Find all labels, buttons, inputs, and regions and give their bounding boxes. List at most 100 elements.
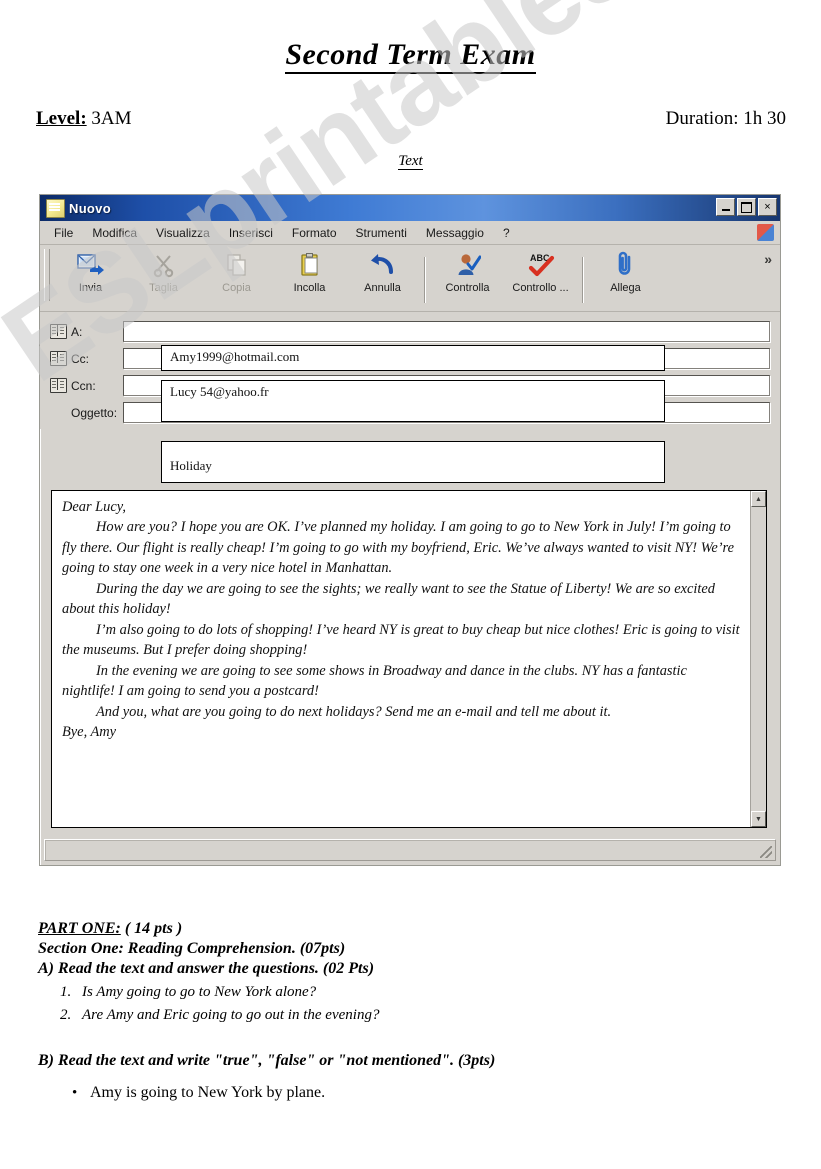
part-one-label: PART ONE: — [38, 920, 121, 937]
menu-item-messaggio[interactable]: Messaggio — [426, 226, 484, 240]
toolbar-button-controlla[interactable]: Controlla — [431, 249, 504, 294]
statusbar — [44, 839, 776, 861]
message-body[interactable]: Dear Lucy, How are you? I hope you are O… — [51, 490, 767, 828]
scissors-icon — [151, 249, 177, 281]
toolbar-button-taglia[interactable]: Taglia — [127, 249, 200, 294]
toolbar-separator — [424, 257, 426, 303]
window-title: Nuovo — [69, 200, 111, 216]
message-body-text[interactable]: Dear Lucy, How are you? I hope you are O… — [52, 491, 750, 827]
menu-item-file[interactable]: File — [54, 226, 73, 240]
toolbar-button-controllo-ortografia[interactable]: ABC Controllo ... — [504, 249, 577, 294]
list-item: 2. Are Amy and Eric going to go out in t… — [60, 1004, 798, 1027]
task-a-item-1-text: Is Amy going to go to New York alone? — [82, 984, 317, 1000]
field-label-ccn: Ccn: — [71, 378, 96, 393]
duration-field: Duration: 1h 30 — [665, 108, 786, 129]
page-title: Second Term Exam — [0, 38, 821, 74]
recipient-to-input[interactable] — [123, 321, 770, 342]
menubar: File Modifica Visualizza Inserisci Forma… — [40, 221, 780, 245]
task-a-item-2-number: 2. — [60, 1006, 72, 1023]
task-b-item-1: • Amy is going to New York by plane. — [72, 1084, 798, 1102]
resize-grip-icon[interactable] — [760, 846, 772, 858]
bullet-icon: • — [72, 1085, 78, 1101]
address-book-icon-cc[interactable] — [50, 351, 67, 366]
body-paragraph-1: How are you? I hope you are OK. I’ve pla… — [62, 519, 734, 577]
overlay-to-value[interactable]: Amy1999@hotmail.com — [161, 345, 665, 371]
toolbar-label-controllo: Controllo ... — [512, 282, 569, 294]
mail-compose-icon — [46, 198, 65, 218]
maximize-button[interactable] — [737, 198, 756, 216]
meta-row: Level: 3AM Duration: 1h 30 — [36, 108, 786, 130]
level-label: Level: — [36, 108, 87, 129]
copy-icon — [224, 249, 250, 281]
body-signoff: Bye, Amy — [62, 723, 117, 740]
message-body-scrollbar[interactable]: ▲ ▼ — [750, 491, 766, 827]
address-book-icon-ccn[interactable] — [50, 378, 67, 393]
body-paragraph-5: And you, what are you going to do next h… — [96, 703, 612, 720]
toolbar-button-allega[interactable]: Allega — [589, 249, 662, 294]
body-greeting: Dear Lucy, — [62, 499, 126, 515]
scroll-down-icon[interactable]: ▼ — [751, 811, 766, 827]
field-label-cc: Cc: — [71, 351, 89, 366]
windows-logo-icon — [757, 224, 774, 241]
minimize-icon — [721, 209, 730, 211]
section-one-title: Reading Comprehension. (07pts) — [123, 940, 346, 957]
check-names-icon — [455, 249, 481, 281]
paperclip-icon — [615, 249, 637, 281]
body-paragraph-3: I’m also going to do lots of shopping! I… — [62, 621, 740, 659]
field-label-a: A: — [71, 324, 83, 339]
menu-item-formato[interactable]: Formato — [292, 226, 337, 240]
task-a-item-2-text: Are Amy and Eric going to go out in the … — [82, 1006, 380, 1023]
toolbar-separator-2 — [582, 257, 584, 303]
task-b-heading: B) Read the text and write "true", "fals… — [38, 1052, 496, 1069]
questions-section: PART ONE: ( 14 pts ) Section One: Readin… — [38, 920, 798, 1102]
page-title-text: Second Term Exam — [285, 38, 536, 74]
toolbar-button-copia[interactable]: Copia — [200, 249, 273, 294]
body-paragraph-4: In the evening we are going to see some … — [62, 662, 687, 700]
send-icon — [76, 249, 105, 281]
close-button[interactable]: × — [758, 198, 777, 216]
undo-icon — [369, 249, 397, 281]
spellcheck-icon: ABC — [526, 249, 556, 281]
section-one-heading: Section One: Reading Comprehension. (07p… — [38, 940, 798, 958]
menu-item-strumenti[interactable]: Strumenti — [356, 226, 407, 240]
text-section-label-text: Text — [398, 153, 423, 170]
level-value: 3AM — [86, 108, 132, 129]
toolbar-label-incolla: Incolla — [293, 282, 326, 294]
toolbar-label-copia: Copia — [222, 282, 251, 294]
window-titlebar: Nuovo × — [40, 195, 780, 221]
menu-item-help[interactable]: ? — [503, 226, 510, 240]
menu-item-visualizza[interactable]: Visualizza — [156, 226, 210, 240]
toolbar-button-incolla[interactable]: Incolla — [273, 249, 346, 294]
window-controls: × — [716, 198, 777, 216]
field-label-oggetto: Oggetto: — [71, 405, 118, 420]
address-book-icon[interactable] — [50, 324, 67, 339]
toolbar-label-invia: Invia — [78, 282, 103, 294]
paste-icon — [297, 249, 323, 281]
part-one-points: ( 14 pts ) — [120, 920, 183, 937]
email-client-window: Nuovo × File Modifica Visualizza Inseris… — [39, 194, 781, 866]
toolbar-overflow-icon[interactable]: » — [764, 251, 772, 267]
text-section-label: Text — [0, 153, 821, 170]
part-one-heading: PART ONE: ( 14 pts ) — [38, 920, 798, 938]
level-field: Level: 3AM — [36, 108, 132, 130]
close-icon: × — [764, 200, 771, 213]
toolbar-button-invia[interactable]: Invia — [54, 249, 127, 294]
task-b-item-1-text: Amy is going to New York by plane. — [90, 1084, 326, 1101]
worksheet-page: Second Term Exam Level: 3AM Duration: 1h… — [0, 0, 821, 1169]
toolbar-grip[interactable] — [44, 249, 50, 301]
field-row-a: A: — [40, 318, 780, 345]
toolbar-label-allega: Allega — [610, 282, 641, 294]
overlay-subject-value[interactable]: Holiday — [161, 441, 665, 483]
toolbar-button-annulla[interactable]: Annulla — [346, 249, 419, 294]
menu-item-modifica[interactable]: Modifica — [92, 226, 137, 240]
task-a-heading: A) Read the text and answer the question… — [38, 960, 375, 977]
menu-item-inserisci[interactable]: Inserisci — [229, 226, 273, 240]
minimize-button[interactable] — [716, 198, 735, 216]
toolbar-label-annulla: Annulla — [364, 282, 401, 294]
toolbar-label-taglia: Taglia — [149, 282, 178, 294]
scroll-up-icon[interactable]: ▲ — [751, 491, 766, 507]
task-a-item-1-number: 1. — [60, 984, 72, 1000]
task-a-list: 1. Is Amy going to go to New York alone?… — [60, 981, 798, 1026]
section-one-label: Section One: — [38, 940, 124, 957]
overlay-cc-value[interactable]: Lucy 54@yahoo.fr — [161, 380, 665, 422]
